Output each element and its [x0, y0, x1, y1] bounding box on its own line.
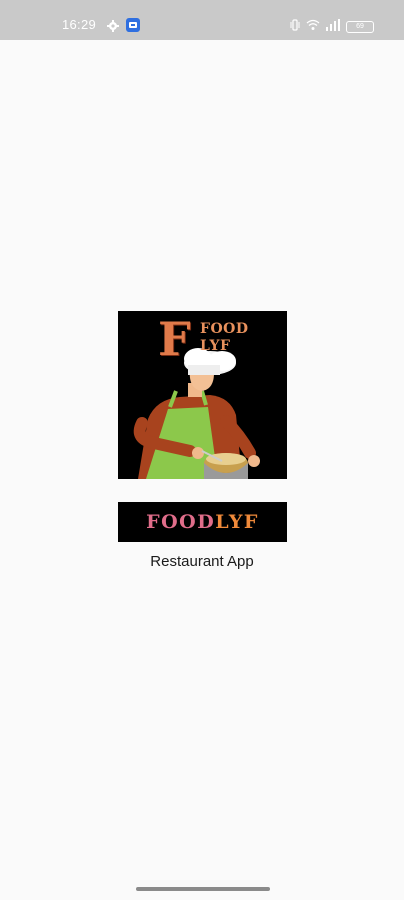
app-notification-icon [126, 18, 140, 37]
home-indicator[interactable] [136, 887, 270, 891]
signal-icon [326, 18, 340, 36]
splash-screen: 16:29 69 F FOOD LYF FOODLYF Restaurant A… [0, 0, 404, 900]
battery-icon: 69 [346, 21, 374, 33]
status-bar: 16:29 69 [0, 0, 404, 40]
status-time: 16:29 [62, 17, 97, 32]
app-logo: F FOOD LYF [118, 311, 287, 479]
logo-letter: F [158, 312, 191, 366]
status-right-icons: 69 [290, 18, 374, 36]
wordmark-lyf: LYF [215, 511, 259, 533]
wordmark-food: FOOD [146, 511, 216, 533]
logo-text-line1: FOOD [200, 321, 249, 337]
logo-text-line2: LYF [200, 338, 231, 354]
wordmark-text: FOODLYF [146, 511, 259, 533]
vibrate-icon [290, 18, 300, 36]
app-subtitle: Restaurant App [150, 553, 254, 570]
wifi-icon [306, 18, 320, 36]
app-wordmark: FOODLYF [118, 502, 287, 542]
gear-icon [107, 19, 119, 37]
